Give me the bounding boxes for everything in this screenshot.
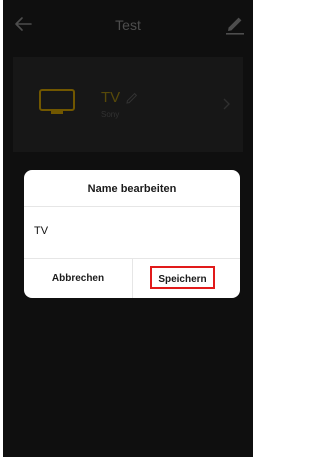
button-divider	[132, 258, 133, 298]
rename-dialog: Name bearbeiten Abbrechen Speichern	[24, 170, 240, 298]
name-input[interactable]	[34, 225, 230, 237]
save-button[interactable]: Speichern	[150, 266, 215, 289]
dialog-title: Name bearbeiten	[87, 183, 177, 195]
divider	[24, 206, 240, 207]
phone-screen: Test TV Sony Name bearbeiten TV Abbreche…	[3, 0, 253, 457]
cancel-button[interactable]: Abbrechen	[24, 259, 132, 298]
